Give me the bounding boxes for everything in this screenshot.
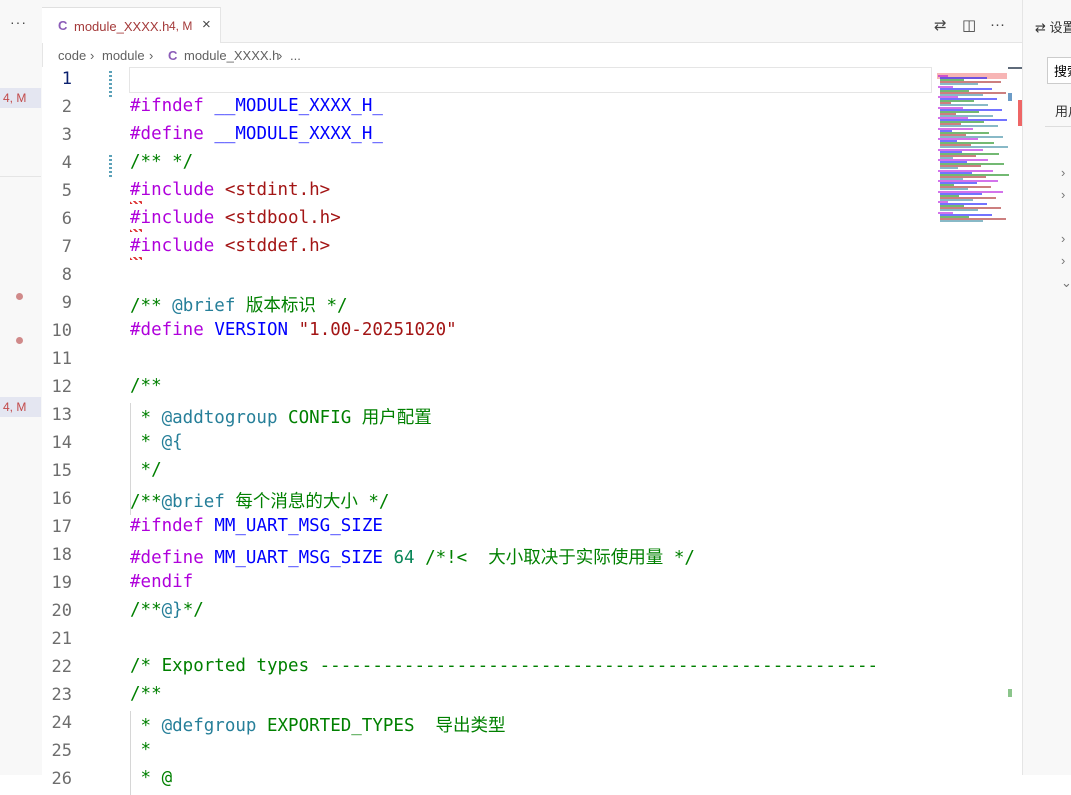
line-number: 22 bbox=[51, 657, 72, 677]
chevron-right-icon[interactable]: › bbox=[1061, 253, 1065, 268]
compare-changes-icon[interactable]: ⇄ bbox=[934, 16, 947, 34]
code-line[interactable]: * @{ bbox=[130, 432, 183, 452]
line-number: 1 bbox=[61, 69, 72, 89]
editor-tab[interactable]: C module_XXXX.h 4, M × bbox=[42, 7, 221, 43]
editor-actions: ⇄ ◫ ··· bbox=[932, 16, 1022, 36]
editor-tab-bar: C module_XXXX.h 4, M × ⇄ ◫ ··· bbox=[42, 0, 1022, 43]
code-line[interactable]: #define VERSION "1.00-20251020" bbox=[130, 320, 457, 340]
code-line[interactable]: /** @brief 版本标识 */ bbox=[130, 292, 348, 317]
minimap-change-marker bbox=[1008, 93, 1012, 101]
line-number: 26 bbox=[51, 769, 72, 789]
chevron-down-icon[interactable]: ⌄ bbox=[1061, 275, 1071, 291]
code-line[interactable]: * @defgroup EXPORTED_TYPES 导出类型 bbox=[130, 712, 506, 737]
minimap-scroll-indicator bbox=[1008, 67, 1022, 69]
chevron-right-icon[interactable]: › bbox=[1061, 231, 1065, 246]
line-number: 24 bbox=[51, 713, 72, 733]
divider bbox=[1045, 126, 1071, 127]
line-number: 21 bbox=[51, 629, 72, 649]
breadcrumb-separator: › bbox=[149, 48, 154, 63]
code-line[interactable]: #ifndef MM_UART_MSG_SIZE bbox=[130, 516, 383, 536]
indent-guide bbox=[130, 403, 131, 515]
line-number: 12 bbox=[51, 377, 72, 397]
tab-status: 4, M bbox=[169, 19, 193, 33]
line-number: 9 bbox=[61, 293, 72, 313]
code-line[interactable]: /** */ bbox=[130, 152, 193, 172]
minimap[interactable] bbox=[932, 67, 1022, 775]
breadcrumb-item-more[interactable]: ... bbox=[290, 48, 301, 63]
code-line[interactable]: #include <stdint.h> bbox=[130, 180, 330, 200]
code-editor[interactable]: 1 2 #ifndef __MODULE_XXXX_H_ 3 #define __MOD… bbox=[42, 67, 932, 795]
breadcrumb-separator: › bbox=[278, 48, 283, 63]
code-line[interactable]: /** bbox=[130, 684, 162, 704]
line-number: 20 bbox=[51, 601, 72, 621]
code-line[interactable]: /**@}*/ bbox=[130, 600, 204, 620]
line-number: 17 bbox=[51, 517, 72, 537]
line-number: 6 bbox=[61, 209, 72, 229]
code-line[interactable]: #include <stddef.h> bbox=[130, 236, 330, 256]
code-line[interactable]: #define MM_UART_MSG_SIZE 64 /*!< 大小取决于实际… bbox=[130, 544, 695, 569]
breadcrumb: code › module › C module_XXXX.h › ... bbox=[42, 43, 932, 67]
line-number: 5 bbox=[61, 181, 72, 201]
line-number: 11 bbox=[51, 349, 72, 369]
code-line[interactable]: * @ bbox=[130, 768, 173, 788]
error-squiggle bbox=[130, 201, 142, 204]
line-number: 8 bbox=[61, 265, 72, 285]
indent-guide bbox=[130, 711, 131, 795]
code-line[interactable]: /**@brief 每个消息的大小 */ bbox=[130, 488, 389, 513]
code-line[interactable]: */ bbox=[130, 460, 162, 480]
settings-search-input[interactable]: 搜索 bbox=[1047, 57, 1071, 84]
line-number: 13 bbox=[51, 405, 72, 425]
more-actions-icon[interactable]: ··· bbox=[10, 14, 27, 30]
code-line[interactable]: #ifndef __MODULE_XXXX_H_ bbox=[130, 96, 383, 116]
settings-panel: ⇄ 设置 搜索 用户 › › › › ⌄ bbox=[1022, 0, 1071, 775]
close-icon[interactable]: × bbox=[202, 16, 211, 33]
code-line[interactable]: /** bbox=[130, 376, 162, 396]
code-line[interactable]: /* Exported types ----------------------… bbox=[130, 656, 878, 676]
minimap-added-marker bbox=[1008, 689, 1012, 697]
minimap-line bbox=[940, 219, 983, 222]
breadcrumb-separator: › bbox=[90, 48, 95, 63]
code-line[interactable]: * bbox=[130, 740, 152, 760]
divider bbox=[0, 176, 41, 177]
current-line-highlight bbox=[129, 67, 932, 93]
settings-title: ⇄ 设置 bbox=[1035, 20, 1071, 35]
line-number: 18 bbox=[51, 545, 72, 565]
line-number: 2 bbox=[61, 97, 72, 117]
more-actions-icon[interactable]: ··· bbox=[990, 16, 1005, 33]
chevron-right-icon[interactable]: › bbox=[1061, 165, 1065, 180]
line-number: 7 bbox=[61, 237, 72, 257]
breadcrumb-item-file[interactable]: module_XXXX.h bbox=[184, 48, 279, 63]
split-editor-icon[interactable]: ◫ bbox=[962, 16, 976, 34]
line-number: 15 bbox=[51, 461, 72, 481]
line-number: 4 bbox=[61, 153, 72, 173]
line-number: 16 bbox=[51, 489, 72, 509]
error-squiggle bbox=[130, 229, 142, 232]
line-number: 14 bbox=[51, 433, 72, 453]
error-squiggle bbox=[130, 257, 142, 260]
line-number: 19 bbox=[51, 573, 72, 593]
chevron-right-icon[interactable]: › bbox=[1061, 187, 1065, 202]
line-number: 25 bbox=[51, 741, 72, 761]
c-file-icon: C bbox=[58, 18, 68, 33]
settings-tab-user[interactable]: 用户 bbox=[1055, 101, 1071, 120]
code-line[interactable]: #endif bbox=[130, 572, 193, 592]
modified-line-marker bbox=[109, 153, 112, 177]
code-line[interactable]: #define __MODULE_XXXX_H_ bbox=[130, 124, 383, 144]
line-number: 10 bbox=[51, 321, 72, 341]
code-line[interactable]: * @addtogroup CONFIG 用户配置 bbox=[130, 404, 432, 429]
code-line[interactable]: #include <stdbool.h> bbox=[130, 208, 341, 228]
modified-line-marker bbox=[109, 69, 112, 97]
tab-filename: module_XXXX.h bbox=[74, 19, 170, 34]
line-number: 23 bbox=[51, 685, 72, 705]
breadcrumb-item-code[interactable]: code bbox=[58, 48, 86, 63]
breadcrumb-item-module[interactable]: module bbox=[102, 48, 145, 63]
line-number: 3 bbox=[61, 125, 72, 145]
c-file-icon: C bbox=[168, 48, 178, 63]
